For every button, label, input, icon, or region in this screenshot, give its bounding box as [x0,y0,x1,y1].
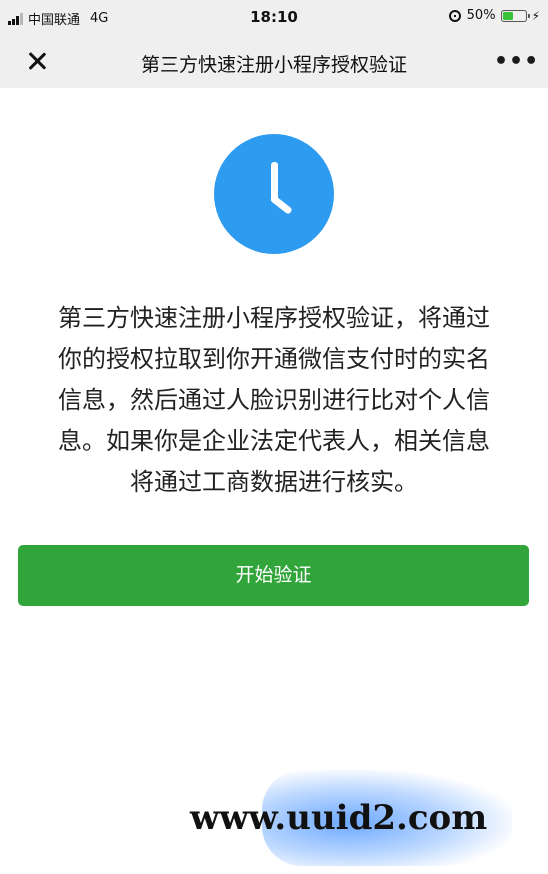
description-text: 第三方快速注册小程序授权验证，将通过 你的授权拉取到你开通微信支付时的实名 信息… [22,298,526,503]
more-icon[interactable]: ••• [494,48,538,76]
nav-bar: 第三方快速注册小程序授权验证 ••• [0,36,548,88]
start-verification-button[interactable]: 开始验证 [18,545,529,606]
clock-icon [214,134,334,254]
battery-fill [502,11,514,20]
clock-minute-hand [269,194,293,215]
status-bar: 中国联通 4G 18:10 50% ⚡ [0,0,548,36]
orientation-lock-icon [448,9,461,22]
watermark-text: www.uuid2.com [190,798,488,838]
battery-percent: 50% [466,8,496,23]
description-line: 将通过工商数据进行核实。 [130,468,418,496]
page-title: 第三方快速注册小程序授权验证 [140,54,407,76]
description-line: 你的授权拉取到你开通微信支付时的实名 [58,345,490,373]
close-icon[interactable] [22,46,52,76]
status-right: 50% ⚡ [448,8,540,23]
charging-icon: ⚡ [531,8,540,23]
battery-icon [500,9,530,22]
description-line: 息。如果你是企业法定代表人，相关信息 [58,427,490,455]
description-line: 第三方快速注册小程序授权验证，将通过 [58,304,490,332]
description-line: 信息，然后通过人脸识别进行比对个人信 [58,386,490,414]
